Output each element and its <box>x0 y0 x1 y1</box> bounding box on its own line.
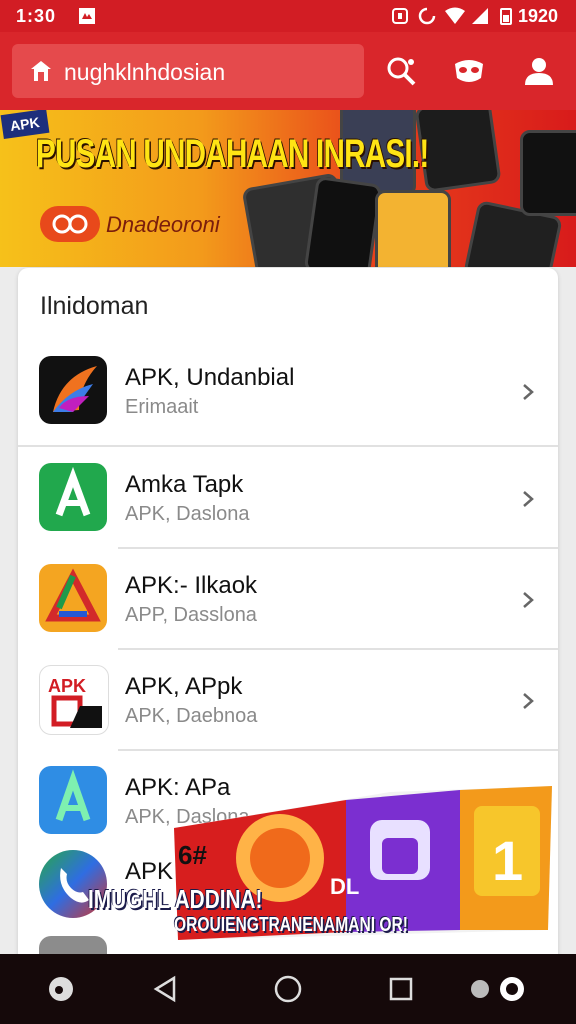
ad-subline: OROUIENGTRANENAMANI OR! <box>174 914 408 936</box>
recents-icon[interactable] <box>386 974 416 1004</box>
signal-icon <box>470 7 490 30</box>
list-item[interactable]: APK APK, APpk APK, Daebnoa <box>18 577 558 735</box>
wifi-icon <box>444 7 466 30</box>
app-bar: nughklnhdosian <box>0 32 576 110</box>
list-item[interactable]: Amka Tapk APK, Daslona <box>18 375 558 531</box>
promo-banner[interactable]: APK PUSAN UNDAHAAN INRASI.! Dnadeoroni <box>0 110 576 267</box>
banner-brand: Dnadeoroni <box>40 206 240 242</box>
list-item[interactable]: APK:- Ilkaok APP, Dasslona <box>18 476 558 632</box>
navigation-bar <box>0 954 576 1024</box>
settings-icon[interactable] <box>470 974 524 1004</box>
sync-icon <box>418 7 436 30</box>
status-time: 1:30 <box>16 6 57 26</box>
banner-headline: PUSAN UNDAHAAN INRASI.! <box>36 132 429 176</box>
home-button-icon[interactable] <box>273 974 303 1004</box>
ad-headline: IMUGHL ADDINA! <box>88 884 263 914</box>
back-icon[interactable] <box>150 974 180 1004</box>
address-text: nughklnhdosian <box>64 59 226 85</box>
notification-icon <box>78 7 96 30</box>
svg-text:1: 1 <box>492 829 523 892</box>
app-name: APK <box>125 858 174 885</box>
phone-image <box>520 130 576 216</box>
share-icon[interactable] <box>384 54 418 88</box>
brand-text: Dnadeoroni <box>106 212 220 237</box>
battery-percent: 1920 <box>517 6 558 26</box>
home-icon <box>30 59 52 88</box>
address-bar[interactable]: nughklnhdosian <box>12 44 364 98</box>
ad-overlay[interactable]: 1 6# DL IMUGHL ADDINA! OROUIENGTRANENAMA… <box>88 780 560 950</box>
status-bar: 1:30 1920 <box>0 0 576 32</box>
brand-logo-icon <box>40 206 100 242</box>
phone-image <box>375 190 451 267</box>
account-icon[interactable] <box>522 54 556 88</box>
list-item[interactable]: APK, Undanbial Erimaait <box>18 268 558 424</box>
mask-icon[interactable] <box>452 54 486 88</box>
battery-icon <box>500 7 512 30</box>
ad-badge: 6# <box>178 840 207 870</box>
ad-letter: DL <box>330 874 360 899</box>
alarm-icon <box>390 7 410 30</box>
phone-image <box>303 175 383 267</box>
assistant-icon[interactable] <box>46 974 76 1004</box>
